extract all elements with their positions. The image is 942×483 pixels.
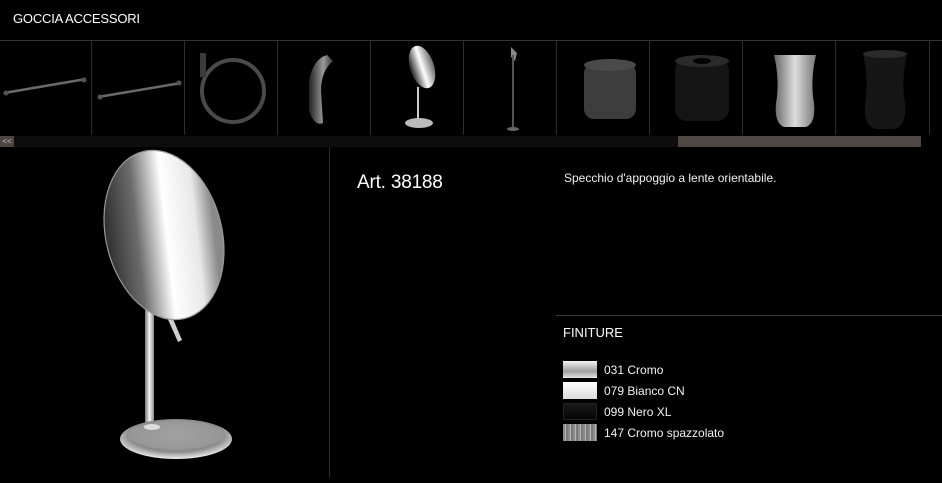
towel-ring-thumbnail[interactable] xyxy=(186,41,278,135)
robe-hook-thumbnail[interactable] xyxy=(279,41,371,135)
towel-bar-thumbnail-2[interactable] xyxy=(93,41,185,135)
finish-label: 079 Bianco CN xyxy=(604,384,685,398)
thumbnail-scrollbar[interactable]: << xyxy=(0,136,921,147)
product-code: Art. 38188 xyxy=(357,172,443,193)
tumbler-icon xyxy=(774,55,816,127)
grey-canister-thumbnail[interactable] xyxy=(558,41,650,135)
finish-swatch xyxy=(563,361,597,378)
product-thumbnail-strip xyxy=(0,41,940,135)
standing-mirror-image xyxy=(103,149,232,459)
black-canister-thumbnail[interactable] xyxy=(651,41,743,135)
finish-label: 099 Nero XL xyxy=(604,405,672,419)
finish-swatch xyxy=(563,382,597,399)
canister-icon xyxy=(675,55,729,121)
finishes-divider xyxy=(556,315,942,316)
towel-bar-thumbnail-1[interactable] xyxy=(0,41,92,135)
scroll-left-button[interactable]: << xyxy=(0,136,14,147)
standing-mirror-thumbnail[interactable] xyxy=(372,41,464,135)
finish-swatch xyxy=(563,403,597,420)
product-description: Specchio d'appoggio a lente orientabile. xyxy=(564,171,777,185)
content-divider xyxy=(329,147,330,478)
towel-ring-icon xyxy=(200,53,266,124)
finishes-title: FINITURE xyxy=(563,325,623,340)
towel-bar-icon xyxy=(3,77,87,96)
tumbler-icon xyxy=(863,50,907,129)
product-image xyxy=(0,147,330,478)
page-title: GOCCIA ACCESSORI xyxy=(13,11,140,26)
scrollbar-thumb[interactable] xyxy=(678,136,921,147)
finish-swatch xyxy=(563,424,597,441)
black-tumbler-thumbnail[interactable] xyxy=(837,41,930,135)
floor-stand-icon xyxy=(507,47,519,131)
finish-label: 147 Cromo spazzolato xyxy=(604,426,725,440)
towel-bar-icon xyxy=(97,80,182,100)
canister-icon xyxy=(584,59,636,119)
standing-mirror-icon xyxy=(405,45,436,128)
finish-label: 031 Cromo xyxy=(604,363,664,377)
robe-hook-icon xyxy=(309,55,333,124)
floor-stand-thumbnail[interactable] xyxy=(465,41,557,135)
white-tumbler-thumbnail[interactable] xyxy=(744,41,836,135)
